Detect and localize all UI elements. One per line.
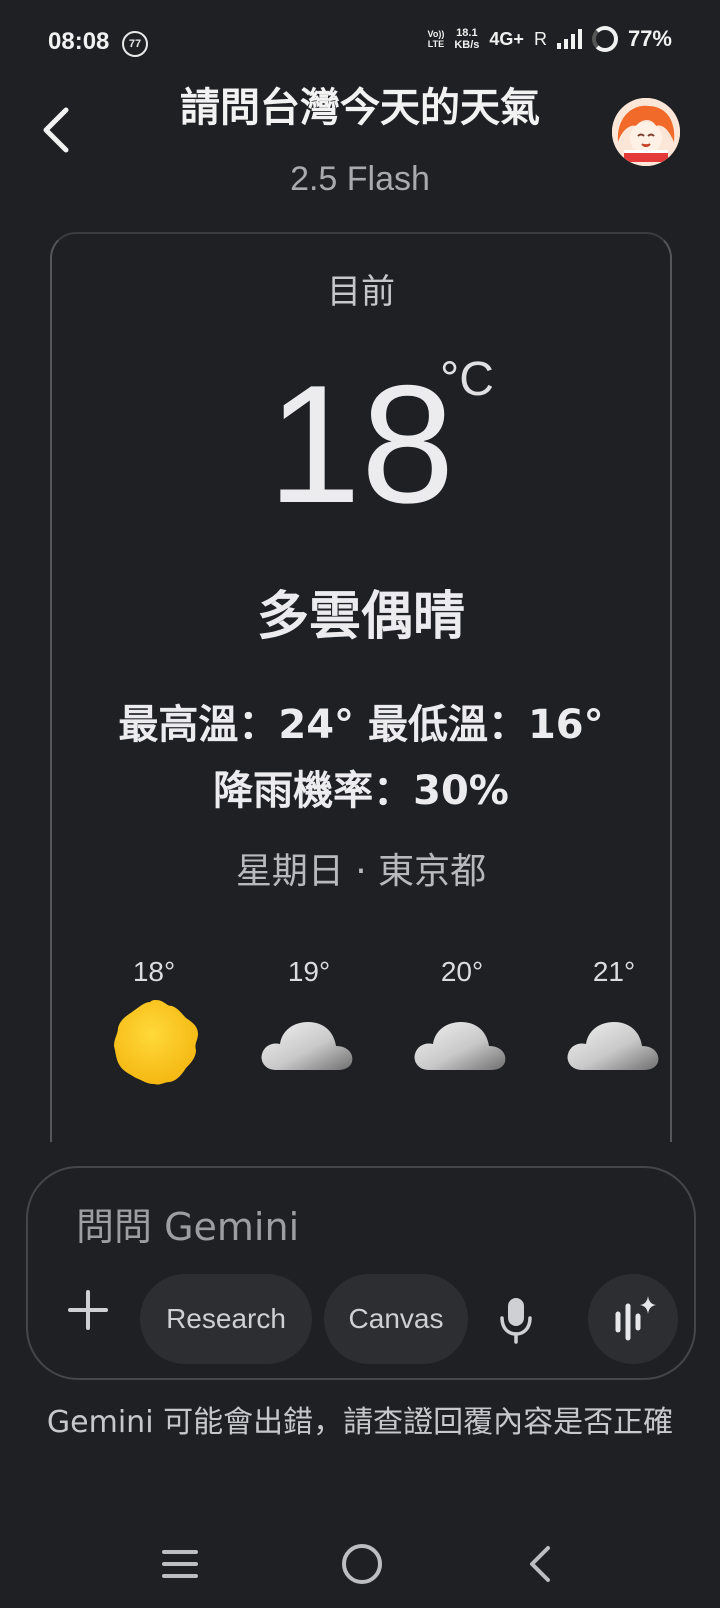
microphone-icon <box>500 1298 532 1344</box>
avatar-image <box>612 98 680 166</box>
hourly-temp: 18° <box>132 956 176 987</box>
conversation-title: 請問台灣今天的天氣 <box>180 85 540 131</box>
status-bar: 08:08 77 Vo)) LTE 18.1 KB/s 4G+ R 77% <box>0 0 720 88</box>
model-selector[interactable]: 2.5 Flash <box>110 160 610 199</box>
prompt-input-box[interactable]: 問問 Gemini Research Canvas <box>26 1166 696 1380</box>
live-sparkle-icon <box>615 1296 656 1341</box>
disclaimer-text: Gemini 可能會出錯，請查證回覆內容是否正確 <box>46 1405 674 1440</box>
rain-probability: 降雨機率：30% <box>213 768 509 814</box>
battery-percent: 77% <box>627 26 672 51</box>
hourly-temp: 21° <box>592 956 636 987</box>
chevron-left-icon <box>43 107 69 153</box>
avatar[interactable] <box>612 98 680 166</box>
notification-count-badge: 77 <box>122 31 148 57</box>
day-location: 星期日 · 東京都 <box>235 851 487 892</box>
cloud-icon <box>261 1022 353 1070</box>
plus-icon <box>68 1290 108 1330</box>
prompt-input[interactable]: 問問 Gemini <box>76 1196 299 1251</box>
back-button[interactable] <box>36 100 84 160</box>
battery-icon <box>591 26 618 52</box>
network-type: 4G+ <box>489 28 524 49</box>
roaming-indicator: R <box>533 28 547 49</box>
home-button[interactable] <box>342 1544 382 1584</box>
now-label: 目前 <box>327 272 395 312</box>
research-button[interactable]: Research <box>140 1274 312 1364</box>
cloud-icon <box>414 1022 506 1070</box>
gemini-live-button[interactable] <box>588 1274 678 1364</box>
nav-back-icon[interactable] <box>526 1544 554 1584</box>
current-temperature: 18 <box>267 350 455 538</box>
network-speed: 18.1 KB/s <box>454 27 480 51</box>
weather-condition: 多雲偶晴 <box>256 587 465 647</box>
volte-icon: Vo)) LTE <box>427 29 445 49</box>
status-icons: Vo)) LTE 18.1 KB/s 4G+ R 77% <box>428 26 672 52</box>
signal-icon <box>556 29 582 49</box>
canvas-button[interactable]: Canvas <box>324 1274 468 1364</box>
recent-apps-icon[interactable] <box>162 1548 198 1580</box>
sun-icon <box>114 1000 198 1085</box>
status-time: 08:08 <box>48 28 110 55</box>
add-button[interactable] <box>64 1286 112 1334</box>
hourly-temp: 20° <box>440 956 484 987</box>
microphone-button[interactable] <box>498 1296 534 1344</box>
hourly-temp: 19° <box>287 956 331 987</box>
temperature-unit: °C <box>440 353 494 406</box>
weather-card[interactable]: 目前 18 °C 多雲偶晴 最高溫：24° 最低溫：16° 降雨機率：30% 星… <box>50 232 672 1142</box>
cloud-icon <box>567 1022 659 1070</box>
high-low-temperature: 最高溫：24° 最低溫：16° <box>118 702 604 748</box>
